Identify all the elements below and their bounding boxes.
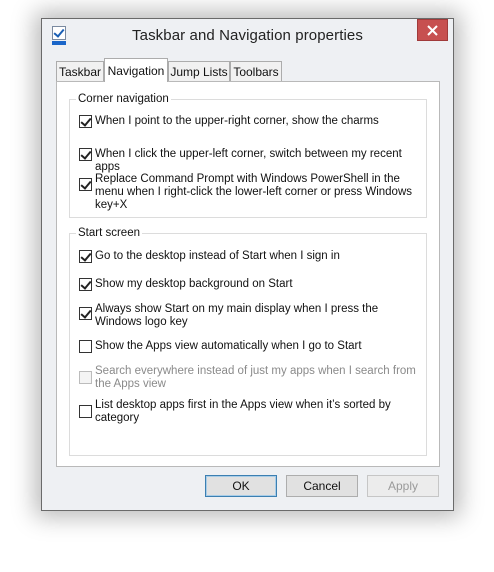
title-bar[interactable]: Taskbar and Navigation properties (42, 19, 453, 59)
corner-navigation-group: Corner navigation When I point to the up… (69, 92, 427, 218)
tab-navigation[interactable]: Navigation (104, 58, 168, 82)
option-label: Replace Command Prompt with Windows Powe… (95, 173, 413, 211)
tab-taskbar[interactable]: Taskbar (56, 61, 104, 81)
option-label: Search everywhere instead of just my app… (95, 365, 416, 390)
navigation-tab-panel: Corner navigation When I point to the up… (56, 81, 440, 467)
tab-label: Jump Lists (170, 64, 228, 79)
option-start-main-display[interactable]: Always show Start on my main display whe… (79, 303, 425, 329)
ok-button[interactable]: OK (205, 475, 277, 497)
tab-label: Toolbars (233, 64, 279, 79)
cancel-button[interactable]: Cancel (286, 475, 358, 497)
window-title: Taskbar and Navigation properties (132, 27, 363, 44)
checkbox[interactable] (79, 148, 92, 161)
checkbox[interactable] (79, 278, 92, 291)
option-label: Always show Start on my main display whe… (95, 303, 379, 328)
checkbox[interactable] (79, 250, 92, 263)
checkbox (79, 371, 92, 384)
option-label: List desktop apps first in the Apps view… (95, 399, 391, 424)
tab-label: Navigation (107, 63, 165, 78)
option-label: When I point to the upper-right corner, … (95, 115, 379, 127)
tab-label: Taskbar (58, 64, 102, 79)
close-icon (427, 24, 438, 36)
option-switch-recent-apps[interactable]: When I click the upper-left corner, swit… (79, 148, 425, 174)
option-desktop-apps-first[interactable]: List desktop apps first in the Apps view… (79, 399, 425, 425)
checkbox[interactable] (79, 307, 92, 320)
start-screen-group: Start screen Go to the desktop instead o… (69, 226, 427, 456)
option-powershell[interactable]: Replace Command Prompt with Windows Powe… (79, 173, 425, 212)
tab-toolbars[interactable]: Toolbars (230, 61, 282, 81)
option-search-everywhere: Search everywhere instead of just my app… (79, 365, 425, 391)
option-label: When I click the upper-left corner, swit… (95, 148, 402, 173)
checkbox[interactable] (79, 340, 92, 353)
option-show-charms[interactable]: When I point to the upper-right corner, … (79, 115, 425, 128)
checkbox[interactable] (79, 405, 92, 418)
checkbox[interactable] (79, 115, 92, 128)
apply-button: Apply (367, 475, 439, 497)
tab-jump-lists[interactable]: Jump Lists (168, 61, 230, 81)
option-label: Show the Apps view automatically when I … (95, 340, 362, 352)
group-label: Start screen (76, 226, 142, 241)
option-label: Show my desktop background on Start (95, 278, 293, 290)
option-desktop-on-sign-in[interactable]: Go to the desktop instead of Start when … (79, 250, 425, 263)
option-desktop-background[interactable]: Show my desktop background on Start (79, 278, 425, 291)
checkbox[interactable] (79, 178, 92, 191)
properties-dialog: Taskbar and Navigation properties Taskba… (41, 18, 454, 511)
option-label: Go to the desktop instead of Start when … (95, 250, 340, 262)
option-apps-view-automatically[interactable]: Show the Apps view automatically when I … (79, 340, 425, 353)
group-label: Corner navigation (76, 92, 171, 107)
close-button[interactable] (417, 19, 448, 41)
